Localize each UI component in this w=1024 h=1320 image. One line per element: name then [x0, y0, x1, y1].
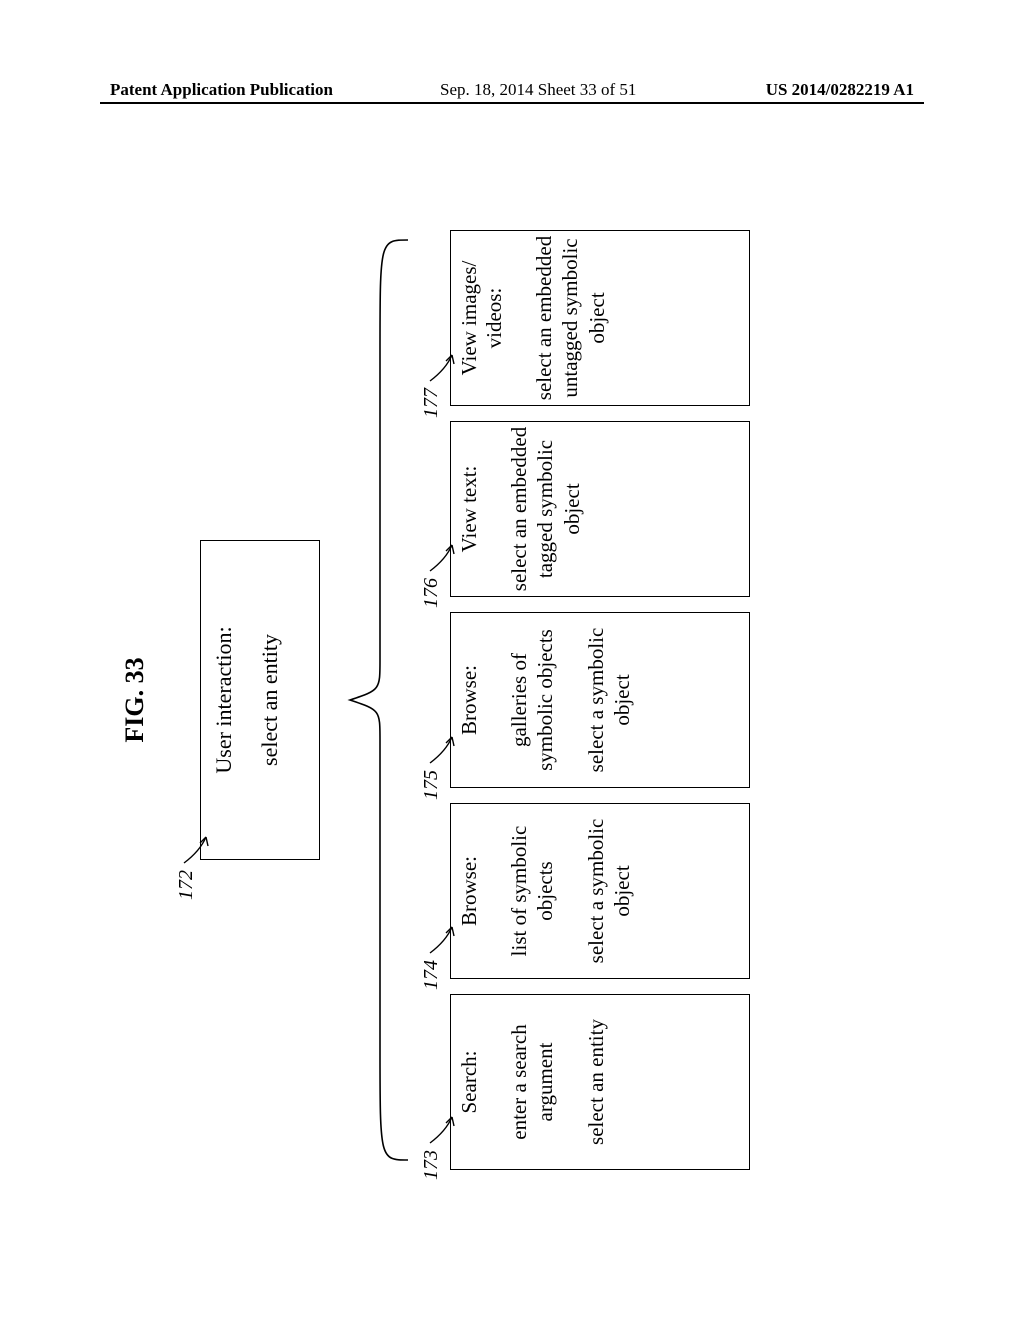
child-box-view-text: View text: select an embedded tagged sym… [450, 421, 750, 597]
child-bot: select an entity [583, 999, 609, 1165]
child-title: View images/ videos: [457, 235, 507, 401]
header-publication: Patent Application Publication [110, 80, 333, 100]
child-bot: select an embedded tagged symbolic objec… [506, 426, 585, 592]
child-box-browse-list: Browse: list of symbolic objects select … [450, 803, 750, 979]
ref-175: 175 [420, 770, 443, 800]
child-bot: select an embedded untagged symbolic obj… [531, 235, 610, 401]
header-date-sheet: Sep. 18, 2014 Sheet 33 of 51 [440, 80, 636, 100]
ref-172: 172 [175, 870, 198, 900]
figure-title: FIG. 33 [120, 200, 150, 1200]
child-title: Browse: [457, 617, 482, 783]
child-bot: select a symbolic object [583, 808, 636, 974]
child-box-search: Search: enter a search argument select a… [450, 994, 750, 1170]
ref-177: 177 [420, 388, 443, 418]
curly-brace [340, 230, 410, 1170]
header-rule [100, 102, 924, 104]
header-pub-number: US 2014/0282219 A1 [766, 80, 914, 100]
child-mid: list of symbolic objects [506, 808, 559, 974]
ref-176: 176 [420, 578, 443, 608]
top-box-line1: User interaction: [211, 541, 237, 859]
child-box-view-images: View images/ videos: select an embedded … [450, 230, 750, 406]
ref-173: 173 [420, 1150, 443, 1180]
child-bot: select a symbolic object [583, 617, 636, 783]
figure-33: FIG. 33 172 User interaction: select an … [120, 200, 880, 1200]
child-box-browse-galleries: Browse: galleries of symbolic objects se… [450, 612, 750, 788]
top-box-user-interaction: User interaction: select an entity [200, 540, 320, 860]
ref-174: 174 [420, 960, 443, 990]
children-row: Search: enter a search argument select a… [450, 230, 750, 1170]
child-title: Search: [457, 999, 482, 1165]
child-title: Browse: [457, 808, 482, 974]
child-mid: galleries of symbolic objects [506, 617, 559, 783]
child-mid: enter a search argument [506, 999, 559, 1165]
child-title: View text: [457, 426, 482, 592]
top-box-line2: select an entity [257, 541, 283, 859]
